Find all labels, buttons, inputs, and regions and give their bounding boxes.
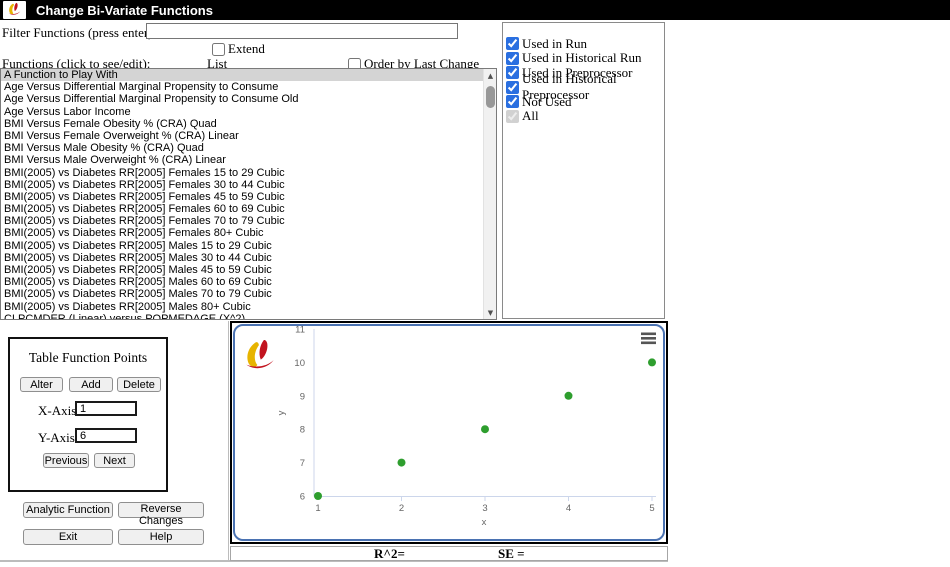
data-point[interactable] — [565, 392, 573, 400]
functions-listbox[interactable]: A Function to Play With Age Versus Diffe… — [0, 68, 497, 320]
chart-logo-icon — [246, 340, 273, 368]
standard-error-label: SE = — [498, 547, 525, 560]
x-tick-label: 5 — [649, 503, 654, 514]
scrollbar-thumb[interactable] — [486, 86, 495, 108]
function-list-item[interactable]: BMI(2005) vs Diabetes RR[2005] Males 80+… — [1, 301, 496, 313]
x-tick-label: 2 — [399, 503, 404, 514]
function-list-item[interactable]: CLPCMDER (Linear) versus POPMEDAGE (X^2) — [1, 313, 496, 320]
filter-used-in-historical-preprocessor[interactable]: Used in Historical Preprocessor — [506, 81, 664, 94]
used-in-run-checkbox[interactable] — [506, 37, 519, 50]
alter-button[interactable]: Alter — [20, 377, 63, 392]
data-point[interactable] — [314, 492, 322, 500]
function-list-item[interactable]: BMI Versus Male Overweight % (CRA) Linea… — [1, 154, 496, 166]
editor-section: Table Function Points Alter Add Delete X… — [0, 321, 668, 562]
y-axis-label: Y-Axis — [38, 430, 75, 446]
function-list-item[interactable]: BMI(2005) vs Diabetes RR[2005] Males 45 … — [1, 264, 496, 276]
list-scrollbar[interactable]: ▲ ▼ — [483, 69, 496, 319]
function-list-item[interactable]: A Function to Play With — [1, 69, 496, 81]
not-used-checkbox[interactable] — [506, 95, 519, 108]
y-tick-label: 10 — [294, 358, 305, 369]
function-chart: 1 2 3 4 5 6 7 8 9 10 11 x y — [233, 324, 665, 541]
x-tick-label: 1 — [315, 503, 320, 514]
usage-filter-panel: Used in Run Used in Historical Run Used … — [502, 22, 665, 319]
function-list-item[interactable]: Age Versus Differential Marginal Propens… — [1, 81, 496, 93]
y-tick-label: 9 — [300, 391, 305, 402]
used-in-historical-preprocessor-checkbox[interactable] — [506, 81, 519, 94]
checkbox-label: All — [522, 108, 539, 124]
flame-logo-icon — [5, 2, 24, 18]
scroll-down-icon[interactable]: ▼ — [484, 306, 497, 319]
help-button[interactable]: Help — [118, 529, 204, 545]
used-in-historical-run-checkbox[interactable] — [506, 52, 519, 65]
y-tick-label: 7 — [300, 458, 305, 469]
filter-functions-input[interactable] — [146, 23, 458, 39]
stats-bar: R^2= SE = — [230, 546, 668, 561]
x-axis-title: x — [482, 517, 487, 528]
x-tick-label: 4 — [566, 503, 571, 514]
function-list-item[interactable]: BMI Versus Female Overweight % (CRA) Lin… — [1, 130, 496, 142]
panel-title: Table Function Points — [10, 350, 166, 366]
previous-button[interactable]: Previous — [43, 453, 89, 468]
reverse-changes-button[interactable]: Reverse Changes — [118, 502, 204, 518]
y-axis-title: y — [276, 410, 287, 415]
function-list-item[interactable]: Age Versus Differential Marginal Propens… — [1, 93, 496, 105]
chart-container: 1 2 3 4 5 6 7 8 9 10 11 x y — [230, 321, 668, 544]
next-button[interactable]: Next — [94, 453, 135, 468]
function-list-item[interactable]: BMI Versus Male Obesity % (CRA) Quad — [1, 142, 496, 154]
function-list-item[interactable]: BMI(2005) vs Diabetes RR[2005] Males 15 … — [1, 240, 496, 252]
x-axis-field[interactable] — [75, 401, 137, 416]
y-tick-label: 11 — [295, 326, 305, 336]
function-list-item[interactable]: BMI(2005) vs Diabetes RR[2005] Males 30 … — [1, 252, 496, 264]
function-list-item[interactable]: BMI(2005) vs Diabetes RR[2005] Females 1… — [1, 167, 496, 179]
y-axis-field[interactable] — [75, 428, 137, 443]
used-in-preprocessor-checkbox[interactable] — [506, 66, 519, 79]
table-function-points-panel: Table Function Points Alter Add Delete X… — [8, 337, 168, 492]
r-squared-label: R^2= — [374, 547, 405, 560]
filter-used-in-run[interactable]: Used in Run — [506, 37, 664, 50]
extend-label: Extend — [228, 41, 265, 57]
filter-used-in-historical-run[interactable]: Used in Historical Run — [506, 52, 664, 65]
delete-button[interactable]: Delete — [117, 377, 161, 392]
function-list-item[interactable]: Age Versus Labor Income — [1, 106, 496, 118]
data-point[interactable] — [398, 459, 406, 467]
data-point[interactable] — [481, 425, 489, 433]
title-bar: Change Bi-Variate Functions — [0, 0, 950, 20]
function-list-item[interactable]: BMI(2005) vs Diabetes RR[2005] Females 3… — [1, 179, 496, 191]
function-list-item[interactable]: BMI(2005) vs Diabetes RR[2005] Females 6… — [1, 203, 496, 215]
scroll-up-icon[interactable]: ▲ — [484, 69, 497, 82]
y-tick-label: 6 — [300, 492, 305, 503]
extend-option[interactable]: Extend — [212, 41, 265, 57]
extend-checkbox[interactable] — [212, 43, 225, 56]
all-checkbox[interactable] — [506, 110, 519, 123]
app-logo — [3, 1, 26, 19]
function-list-item[interactable]: BMI(2005) vs Diabetes RR[2005] Males 70 … — [1, 288, 496, 300]
exit-button[interactable]: Exit — [23, 529, 113, 545]
x-axis-label: X-Axis — [38, 403, 76, 419]
chart-column: 1 2 3 4 5 6 7 8 9 10 11 x y R^2= SE = — [230, 321, 668, 560]
functions-section: Filter Functions (press enter): Extend F… — [0, 20, 950, 321]
function-list-item[interactable]: BMI(2005) vs Diabetes RR[2005] Females 4… — [1, 191, 496, 203]
hamburger-icon[interactable] — [641, 333, 656, 345]
analytic-function-button[interactable]: Analytic Function — [23, 502, 113, 518]
function-list-item[interactable]: BMI(2005) vs Diabetes RR[2005] Females 7… — [1, 215, 496, 227]
filter-functions-label: Filter Functions (press enter): — [2, 25, 156, 41]
data-point[interactable] — [648, 358, 656, 366]
change-bivariate-functions-window: Change Bi-Variate Functions Filter Funct… — [0, 0, 950, 567]
function-list-item[interactable]: BMI Versus Female Obesity % (CRA) Quad — [1, 118, 496, 130]
function-list-item[interactable]: BMI(2005) vs Diabetes RR[2005] Males 60 … — [1, 276, 496, 288]
y-tick-label: 8 — [300, 425, 305, 436]
add-button[interactable]: Add — [69, 377, 113, 392]
point-editor-column: Table Function Points Alter Add Delete X… — [0, 321, 229, 560]
function-list-item[interactable]: BMI(2005) vs Diabetes RR[2005] Females 8… — [1, 227, 496, 239]
x-tick-label: 3 — [482, 503, 487, 514]
filter-all[interactable]: All — [506, 110, 664, 123]
window-title: Change Bi-Variate Functions — [36, 3, 213, 18]
